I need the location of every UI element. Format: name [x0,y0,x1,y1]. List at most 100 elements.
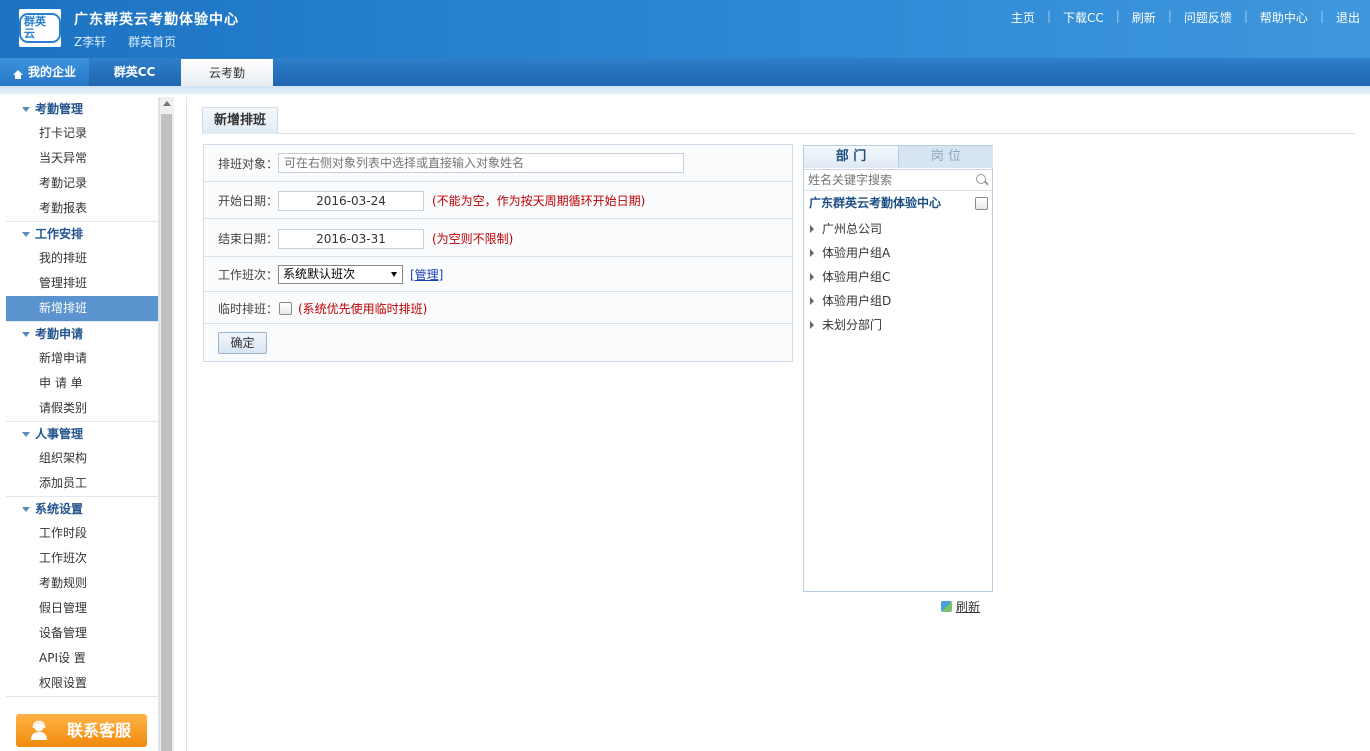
sidebar-scrollbar[interactable] [159,97,174,751]
menu-group-work-schedule: 工作安排 我的排班 管理排班 新增排班 [6,222,158,322]
menu-group-title[interactable]: 系统设置 [6,497,158,521]
tree-search-box [804,169,992,191]
scroll-up-arrow-icon[interactable] [163,101,171,106]
tree-node-label: 广州总公司 [822,222,883,236]
confirm-button[interactable]: 确定 [218,332,267,354]
menu-item-my-schedule[interactable]: 我的排班 [6,246,158,271]
end-date-input[interactable]: 2016-03-31 [278,229,424,249]
expand-arrow-icon[interactable] [810,249,814,257]
nav-logout-link[interactable]: 退出 [1336,9,1360,26]
menu-item-add-employee[interactable]: 添加员工 [6,471,158,496]
tree-node-label: 未划分部门 [822,318,883,332]
menu-item-attendance-rules[interactable]: 考勤规则 [6,571,158,596]
start-date-hint: (不能为空，作为按天周期循环开始日期) [432,194,646,208]
nav-separator: | [1046,9,1051,23]
menu-group-system-settings: 系统设置 工作时段 工作班次 考勤规则 假日管理 设备管理 API设 置 权限设… [6,497,158,697]
home-page-link[interactable]: 群英首页 [128,35,176,49]
tree-refresh-link[interactable]: 刷新 [941,598,980,615]
shift-select-value: 系统默认班次 [283,267,356,281]
menu-item-request-forms[interactable]: 申 请 单 [6,371,158,396]
tab-my-company-label: 我的企业 [27,65,76,79]
menu-group-title[interactable]: 考勤申请 [6,322,158,346]
collapse-caret-icon [22,232,30,237]
expand-arrow-icon[interactable] [810,225,814,233]
menu-item-api-settings[interactable]: API设 置 [6,646,158,671]
form-row-temp-schedule: 临时排班： (系统优先使用临时排班) [204,292,792,324]
menu-item-leave-types[interactable]: 请假类别 [6,396,158,421]
tab-position[interactable]: 岗 位 [898,146,993,168]
tree-root-checkbox[interactable] [975,197,988,210]
menu-item-attendance-report[interactable]: 考勤报表 [6,196,158,221]
expand-arrow-icon[interactable] [810,273,814,281]
group-title-text: 考勤管理 [35,102,84,116]
tree-node[interactable]: 广州总公司 [810,220,882,237]
end-date-label: 结束日期： [218,232,279,246]
tab-my-company[interactable]: 我的企业 [0,58,89,86]
expand-arrow-icon[interactable] [810,321,814,329]
menu-item-org-structure[interactable]: 组织架构 [6,446,158,471]
temp-schedule-checkbox[interactable] [279,302,292,315]
menu-item-holiday-management[interactable]: 假日管理 [6,596,158,621]
start-date-label: 开始日期： [218,194,279,208]
top-nav: 主页 | 下载CC | 刷新 | 问题反馈 | 帮助中心 | 退出 [1011,9,1360,26]
menu-item-work-periods[interactable]: 工作时段 [6,521,158,546]
form-row-end-date: 结束日期： 2016-03-31 (为空则不限制) [204,219,792,257]
collapse-caret-icon [22,507,30,512]
temp-schedule-hint: (系统优先使用临时排班) [298,302,428,316]
nav-refresh-link[interactable]: 刷新 [1132,9,1156,26]
refresh-icon [941,601,952,612]
target-label: 排班对象： [218,157,279,171]
nav-download-cc-link[interactable]: 下载CC [1063,9,1104,26]
tree-node[interactable]: 体验用户组D [810,292,891,309]
tree-refresh-label: 刷新 [956,600,981,614]
menu-group-hr-management: 人事管理 组织架构 添加员工 [6,422,158,497]
menu-group-title[interactable]: 人事管理 [6,422,158,446]
menu-group-title[interactable]: 考勤管理 [6,97,158,121]
tab-qunying-cc[interactable]: 群英CC [90,58,179,86]
start-date-input[interactable]: 2016-03-24 [278,191,424,211]
logo-text: 群英云 [19,13,61,43]
page-title: 新增排班 [202,107,279,134]
group-title-text: 考勤申请 [35,327,84,341]
org-title: 广东群英云考勤体验中心 [74,12,239,28]
menu-item-manage-schedule[interactable]: 管理排班 [6,271,158,296]
nav-feedback-link[interactable]: 问题反馈 [1184,9,1232,26]
nav-help-link[interactable]: 帮助中心 [1260,9,1308,26]
form-row-start-date: 开始日期： 2016-03-24 (不能为空，作为按天周期循环开始日期) [204,182,792,219]
target-input[interactable] [278,153,684,173]
menu-group-attendance-request: 考勤申请 新增申请 申 请 单 请假类别 [6,322,158,422]
search-icon[interactable] [976,174,986,184]
tree-node[interactable]: 体验用户组C [810,268,890,285]
sidebar: 考勤管理 打卡记录 当天异常 考勤记录 考勤报表 工作安排 我的排班 管理排班 … [6,97,159,751]
tree-search-input[interactable] [804,170,975,190]
tree-node[interactable]: 未划分部门 [810,316,882,333]
user-name-link[interactable]: Z李轩 [74,35,106,49]
menu-item-work-shifts[interactable]: 工作班次 [6,546,158,571]
end-date-hint: (为空则不限制) [432,232,514,246]
expand-arrow-icon[interactable] [810,297,814,305]
menu-item-device-management[interactable]: 设备管理 [6,621,158,646]
contact-support-button[interactable]: 联系客服 [16,714,147,747]
menu-group-title[interactable]: 工作安排 [6,222,158,246]
menu-item-permission-settings[interactable]: 权限设置 [6,671,158,696]
tree-node[interactable]: 体验用户组A [810,244,890,261]
dropdown-arrow-icon [391,272,397,277]
tree-root-node[interactable]: 广东群英云考勤体验中心 [809,194,941,211]
menu-item-today-exceptions[interactable]: 当天异常 [6,146,158,171]
tab-cloud-attendance[interactable]: 云考勤 [181,59,273,86]
nav-home-link[interactable]: 主页 [1011,9,1035,26]
menu-item-new-schedule[interactable]: 新增排班 [6,296,158,321]
form-row-submit: 确定 [204,324,792,361]
shift-select[interactable]: 系统默认班次 [278,265,403,284]
app-logo[interactable]: 群英云 [19,9,61,47]
page-header: 新增排班 [202,107,1355,134]
scroll-thumb[interactable] [161,114,172,751]
header-sub-links: Z李轩 群英首页 [74,33,194,50]
manage-shifts-link[interactable]: [管理] [410,266,443,283]
menu-item-new-request[interactable]: 新增申请 [6,346,158,371]
tab-department[interactable]: 部 门 [804,146,898,168]
form-row-shift: 工作班次： 系统默认班次 [管理] [204,257,792,292]
menu-item-punch-records[interactable]: 打卡记录 [6,121,158,146]
menu-item-attendance-records[interactable]: 考勤记录 [6,171,158,196]
form-row-target: 排班对象： [204,145,792,182]
